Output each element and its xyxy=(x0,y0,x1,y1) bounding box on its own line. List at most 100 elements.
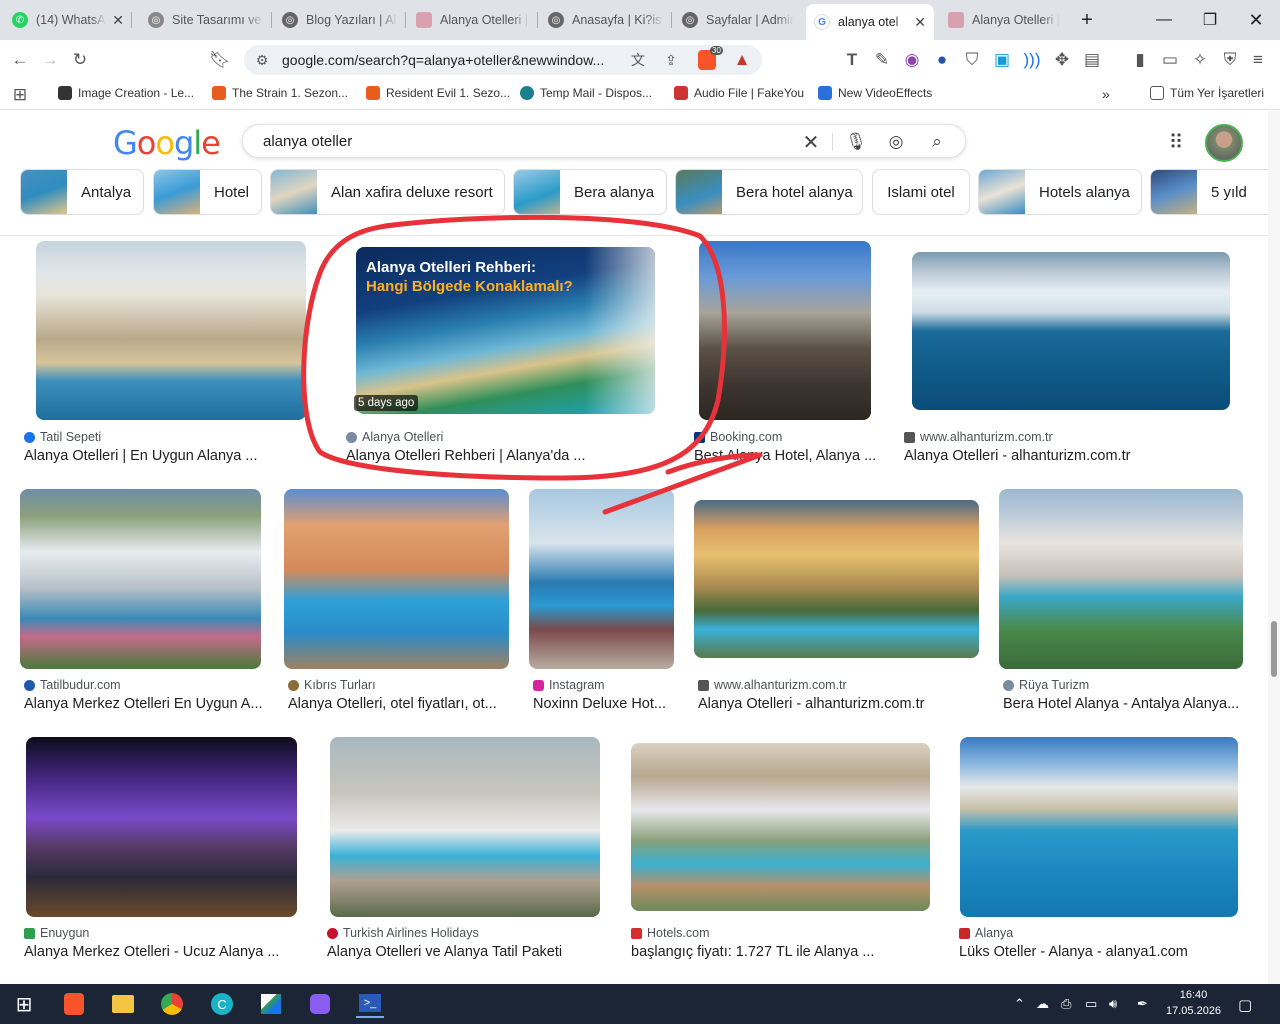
result-title[interactable]: Alanya Otelleri - alhanturizm.com.tr xyxy=(904,448,1234,464)
scrollbar-thumb[interactable] xyxy=(1271,621,1277,677)
apps-grid-icon[interactable]: ⊞ xyxy=(8,83,32,107)
result-image[interactable] xyxy=(631,743,930,911)
result-title[interactable]: Alanya Otelleri | En Uygun Alanya ... xyxy=(24,448,294,464)
chip-antalya[interactable]: Antalya xyxy=(20,169,144,215)
result-source[interactable]: Rüya Turizm xyxy=(1003,678,1089,692)
result-source[interactable]: Tatilbudur.com xyxy=(24,678,121,692)
result-title[interactable]: başlangıç fiyatı: 1.727 TL ile Alanya ..… xyxy=(631,944,931,960)
result-source[interactable]: Enuygun xyxy=(24,926,89,940)
pen-icon[interactable]: ✎ xyxy=(870,48,894,72)
avatar[interactable] xyxy=(1205,124,1243,162)
microphone-icon[interactable]: 🎙︎ xyxy=(844,130,868,154)
tab-active-google[interactable]: Galanya otel ✕ xyxy=(806,4,934,40)
all-bookmarks-folder[interactable]: Tüm Yer İşaretleri xyxy=(1150,86,1264,100)
lens-icon[interactable]: ◎ xyxy=(884,130,908,154)
bookmark-item[interactable]: Image Creation - Le... xyxy=(58,86,194,100)
screenshot-icon[interactable]: ▤ xyxy=(1080,48,1104,72)
tab-whatsapp[interactable]: ✆(14) WhatsApp✕ xyxy=(4,4,132,36)
result-source[interactable]: www.alhanturizm.com.tr xyxy=(904,430,1053,444)
result-source[interactable]: Alanya Otelleri xyxy=(346,430,443,444)
result-source[interactable]: Booking.com xyxy=(694,430,782,444)
tab-alanya-otelleri-2[interactable]: Alanya Otelleri | xyxy=(940,4,1068,36)
clear-search-icon[interactable]: ✕ xyxy=(799,130,823,154)
show-hidden-icons-icon[interactable]: ⌃ xyxy=(1014,996,1025,1012)
result-title[interactable]: Alanya Otelleri Rehberi | Alanya'da ... xyxy=(346,448,616,464)
chip-alan-xafira[interactable]: Alan xafira deluxe resort xyxy=(270,169,505,215)
result-image[interactable] xyxy=(999,489,1243,669)
result-source[interactable]: Instagram xyxy=(533,678,605,692)
share-icon[interactable]: ⇪ xyxy=(659,48,683,72)
result-title[interactable]: Alanya Otelleri - alhanturizm.com.tr xyxy=(698,696,983,712)
site-info-icon[interactable]: ⚙ xyxy=(250,48,274,72)
notifications-icon[interactable]: ▢ xyxy=(1238,996,1252,1014)
back-button[interactable]: ← xyxy=(8,48,32,72)
result-title[interactable]: Alanya Merkez Otelleri En Uygun A... xyxy=(24,696,264,712)
network-icon[interactable]: ▭ xyxy=(1085,996,1097,1012)
tab-blog-yazilari[interactable]: ◎ Blog Yazıları | Al xyxy=(274,4,406,36)
search-box[interactable]: alanya oteller ✕ 🎙︎ ◎ ⌕ xyxy=(242,124,966,158)
tab-site-tasarimi[interactable]: ◎ Site Tasarımı ve xyxy=(140,4,272,36)
start-button-icon[interactable]: ⊞ xyxy=(10,990,38,1018)
bookmark-item[interactable]: New VideoEffects xyxy=(818,86,932,100)
forward-button[interactable]: → xyxy=(38,48,62,72)
brave-browser-icon[interactable] xyxy=(60,990,88,1018)
pen-tray-icon[interactable]: ✒ xyxy=(1137,996,1148,1012)
close-window-button[interactable]: ✕ xyxy=(1244,8,1268,32)
bookmark-item[interactable]: Resident Evil 1. Sezo... xyxy=(366,86,510,100)
chip-hotel[interactable]: Hotel xyxy=(153,169,262,215)
chip-hotels-alanya[interactable]: Hotels alanya xyxy=(978,169,1142,215)
cloud-offline-icon[interactable]: ☁ xyxy=(1036,996,1049,1012)
result-source[interactable]: www.alhanturizm.com.tr xyxy=(698,678,847,692)
result-image[interactable] xyxy=(26,737,297,917)
google-logo[interactable]: Google xyxy=(113,124,221,162)
more-bookmarks-icon[interactable]: » xyxy=(1102,86,1110,102)
reload-button[interactable]: ↻ xyxy=(68,48,92,72)
result-image[interactable] xyxy=(699,241,871,420)
result-image[interactable] xyxy=(20,489,261,669)
chip-bera-alanya[interactable]: Bera alanya xyxy=(513,169,667,215)
powershell-icon[interactable]: >_ xyxy=(356,990,384,1018)
search-input[interactable]: alanya oteller xyxy=(263,133,352,150)
result-image[interactable] xyxy=(960,737,1238,917)
text-tool-icon[interactable]: T xyxy=(840,48,864,72)
tab-alanya-otelleri[interactable]: Alanya Otelleri | xyxy=(408,4,538,36)
puzzle-icon[interactable]: ✥ xyxy=(1050,48,1074,72)
chip-islami-otel[interactable]: Islami otel xyxy=(872,169,970,215)
leo-ai-icon[interactable]: ✧ xyxy=(1188,48,1212,72)
result-title[interactable]: Alanya Merkez Otelleri - Ucuz Alanya ... xyxy=(24,944,304,960)
brave-rewards-icon[interactable]: ▲ xyxy=(730,48,754,72)
result-title[interactable]: Alanya Otelleri ve Alanya Tatil Paketi xyxy=(327,944,617,960)
result-image[interactable] xyxy=(330,737,600,917)
result-image-highlighted[interactable]: Alanya Otelleri Rehberi: Hangi Bölgede K… xyxy=(356,247,655,414)
result-source[interactable]: Tatil Sepeti xyxy=(24,430,101,444)
result-title[interactable]: Bera Hotel Alanya - Antalya Alanya... xyxy=(1003,696,1243,712)
j-ext-icon[interactable]: ▣ xyxy=(990,48,1014,72)
chip-5-yildiz[interactable]: 5 yıld xyxy=(1150,169,1268,215)
bookmark-item[interactable]: Temp Mail - Dispos... xyxy=(520,86,652,100)
system-clock[interactable]: 16:40 17.05.2026 xyxy=(1166,987,1221,1019)
wallet-icon[interactable]: ▭ xyxy=(1158,48,1182,72)
result-source[interactable]: Turkish Airlines Holidays xyxy=(327,926,479,940)
address-bar[interactable]: ⚙ google.com/search?q=alanya+oteller&new… xyxy=(244,45,762,75)
result-image[interactable] xyxy=(694,500,979,658)
result-title[interactable]: Alanya Otelleri, otel fiyatları, ot... xyxy=(288,696,508,712)
page-scrollbar[interactable] xyxy=(1268,111,1280,984)
result-source[interactable]: Alanya xyxy=(959,926,1013,940)
audio-ext-icon[interactable]: ))) xyxy=(1020,48,1044,72)
translate-icon[interactable]: 文 xyxy=(626,48,650,72)
camera-ext-icon[interactable]: ◉ xyxy=(900,48,924,72)
minimize-button[interactable]: — xyxy=(1152,8,1176,32)
bookmark-item[interactable]: The Strain 1. Sezon... xyxy=(212,86,348,100)
bookmark-item[interactable]: Audio File | FakeYou xyxy=(674,86,804,100)
result-image[interactable] xyxy=(284,489,509,669)
iq-ext-icon[interactable]: ● xyxy=(930,48,954,72)
close-tab-icon[interactable]: ✕ xyxy=(914,14,926,31)
result-source[interactable]: Kıbrıs Turları xyxy=(288,678,376,692)
chip-bera-hotel-alanya[interactable]: Bera hotel alanya xyxy=(675,169,863,215)
maximize-button[interactable]: ❐ xyxy=(1198,8,1222,32)
result-image[interactable] xyxy=(912,252,1230,410)
canva-icon[interactable]: C xyxy=(208,990,236,1018)
result-title[interactable]: Lüks Oteller - Alanya - alanya1.com xyxy=(959,944,1239,960)
result-title[interactable]: Noxinn Deluxe Hot... xyxy=(533,696,673,712)
result-title[interactable]: Best Alanya Hotel, Alanya ... xyxy=(694,448,876,464)
